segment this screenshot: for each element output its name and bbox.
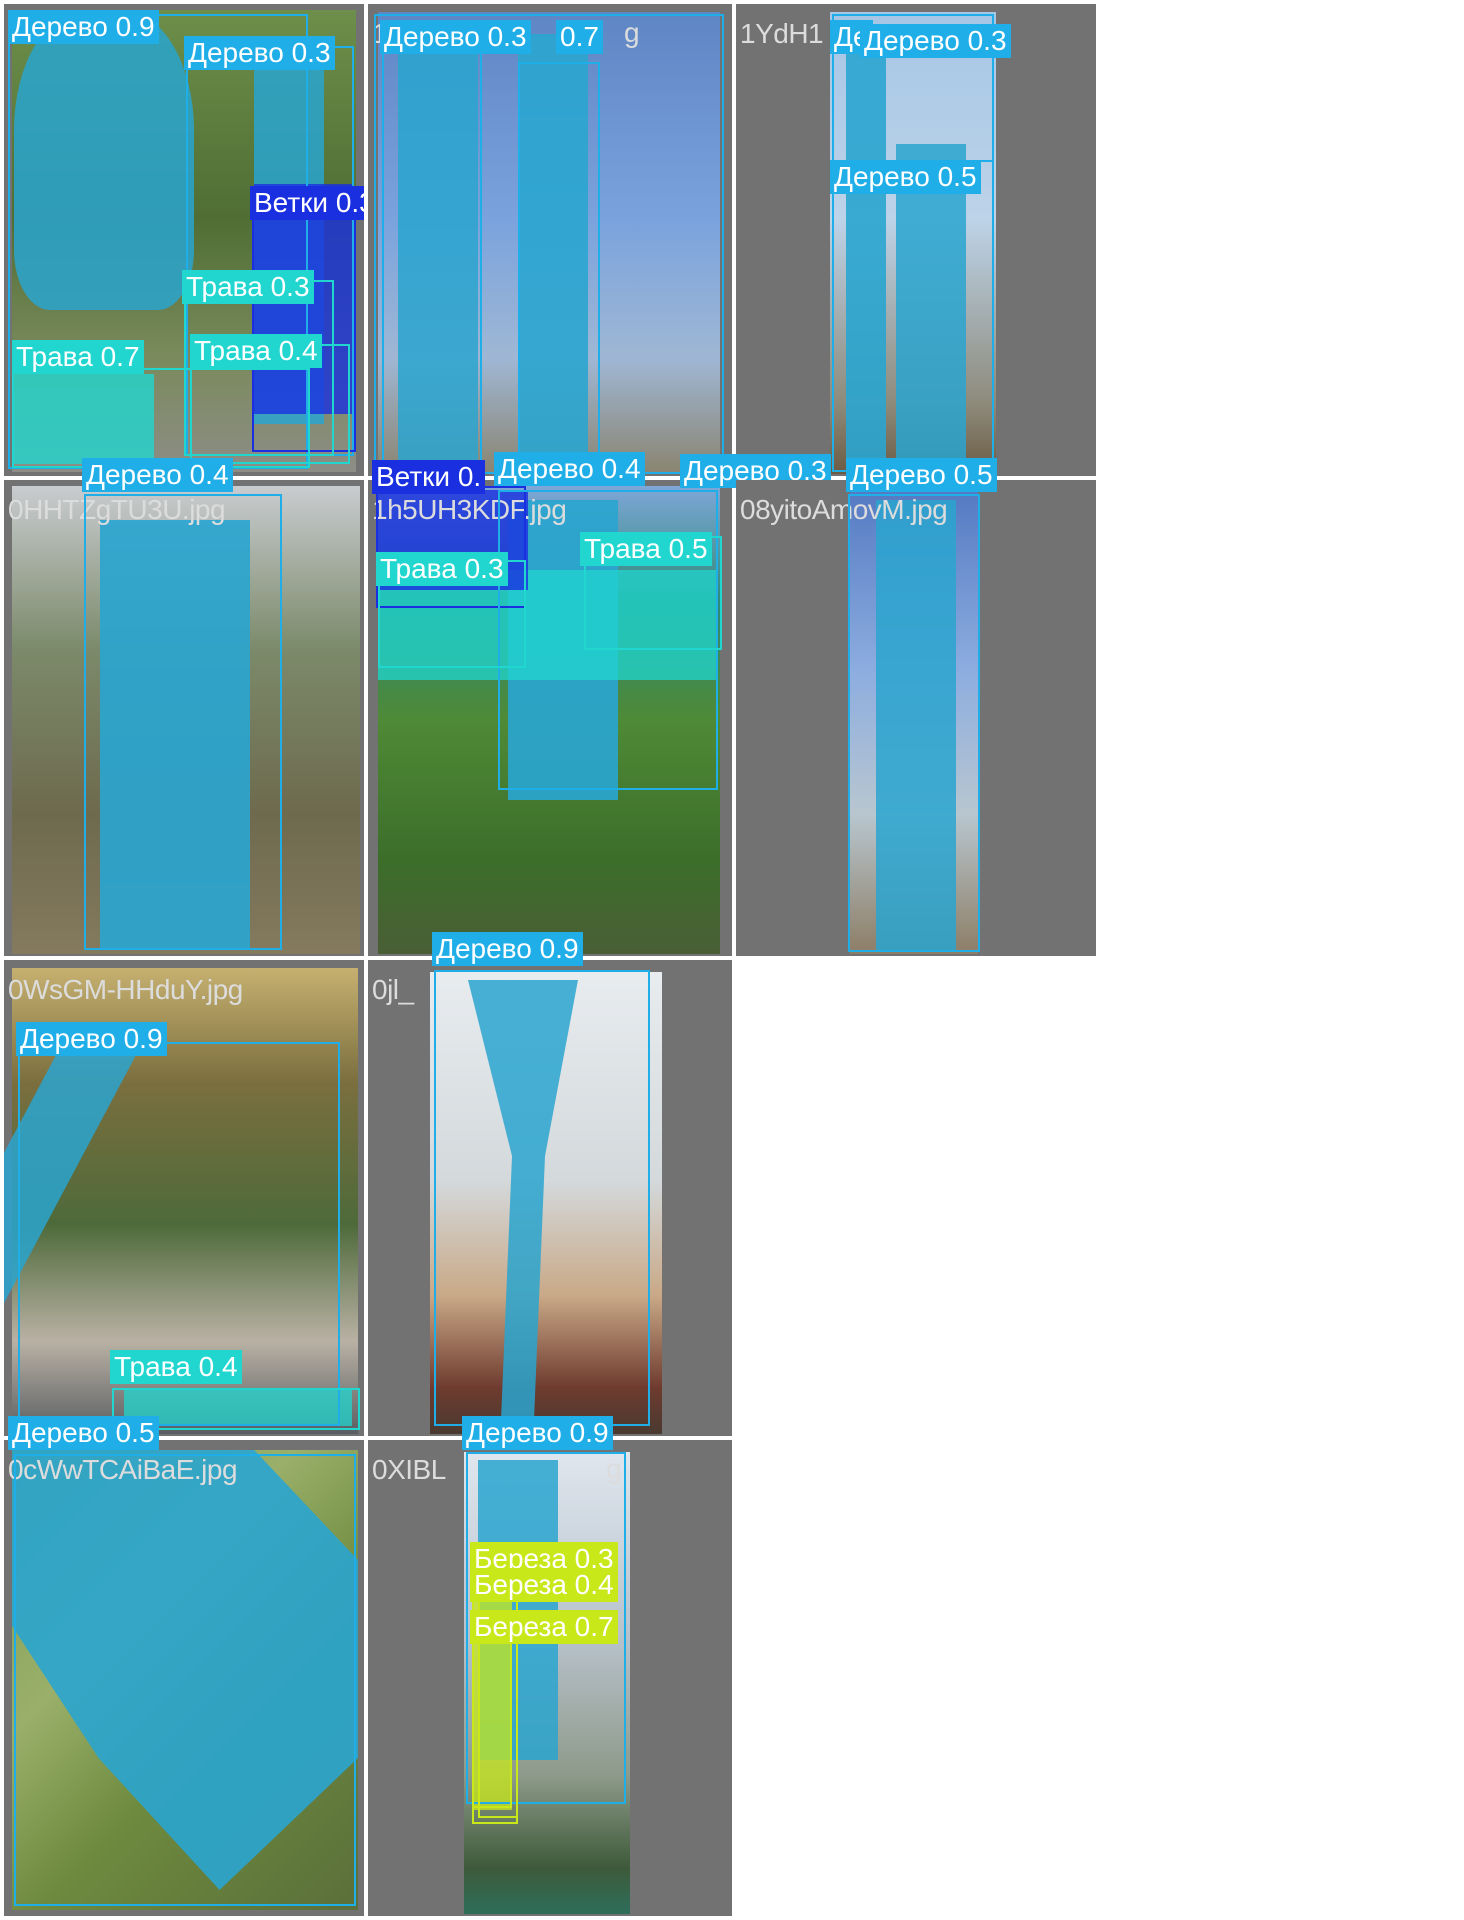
bbox-tree (382, 34, 482, 474)
filename: 0XIBL (372, 1454, 446, 1485)
bbox-birch (472, 1626, 512, 1808)
tile-0: 0 Дерево 0.9 Дерево 0.3 Ветки 0.3 Трава … (4, 4, 364, 476)
bbox-tree (84, 494, 282, 950)
label-branches: Ветки 0. (372, 460, 486, 494)
label-tree: Дерево 0.9 (8, 10, 159, 44)
label-birch: Береза 0.4 (470, 1568, 618, 1602)
label-tree: Дерево 0.9 (16, 1022, 167, 1056)
label-tree: Дерево 0.9 (462, 1416, 613, 1450)
label-tree: Дерево 0.4 (82, 458, 233, 492)
tile-4: 1h5UH3KDF.jpg Трава 0.3 Трава 0.5 (368, 480, 732, 956)
filename: 0WsGM-HHduY.jpg (8, 974, 243, 1005)
label-tree: 0.7 (556, 20, 603, 54)
label-tree: Дерево 0.3 (184, 36, 335, 70)
label-grass: Трава 0.3 (376, 552, 508, 586)
bbox-grass (12, 368, 310, 468)
label-tree: Дерево 0.9 (432, 932, 583, 966)
tile-1: 1 g Дерево 0.3 0.7 (368, 4, 732, 476)
filename: 0jl_ (372, 974, 414, 1005)
filename: 1YdH1 (740, 18, 824, 49)
tile-3: 0HHTZgTU3U.jpg (4, 480, 364, 956)
label-tree: Дерево 0.3 (860, 24, 1011, 58)
label-grass: Трава 0.5 (580, 532, 712, 566)
label-birch: Береза 0.7 (470, 1610, 618, 1644)
label-branches: Ветки 0.3 (250, 186, 364, 220)
label-grass: Трава 0.4 (110, 1350, 242, 1384)
bbox-tree (434, 970, 650, 1426)
tile-2: 1YdH1 Де Дерево 0.3 Дерево 0.5 (736, 4, 1096, 476)
tile-7: 0jl_ (368, 960, 732, 1436)
tile-5: 08yitoAmovM.jpg (736, 480, 1096, 956)
bbox-tree (14, 1454, 356, 1906)
label-tree: Дерево 0.5 (830, 160, 981, 194)
bbox-tree (848, 494, 980, 952)
label-grass: Трава 0.3 (182, 270, 314, 304)
label-tree: Дерево 0.3 (380, 20, 531, 54)
tile-6: 0WsGM-HHduY.jpg Дерево 0.9 Трава 0.4 (4, 960, 364, 1436)
label-grass: Трава 0.4 (190, 334, 322, 368)
label-grass: Трава 0.7 (12, 340, 144, 374)
label-tree: Дерево 0.4 (494, 452, 645, 486)
bbox-tree (832, 160, 994, 472)
label-tree: Дерево 0.5 (846, 458, 997, 492)
tile-8: 0cWwTCAiBaE.jpg (4, 1440, 364, 1916)
label-tree: Дерево 0.5 (8, 1416, 159, 1450)
tile-9: 0XIBL g Береза 0.3 Береза 0.4 Береза 0.7 (368, 1440, 732, 1916)
bbox-tree (518, 62, 600, 474)
